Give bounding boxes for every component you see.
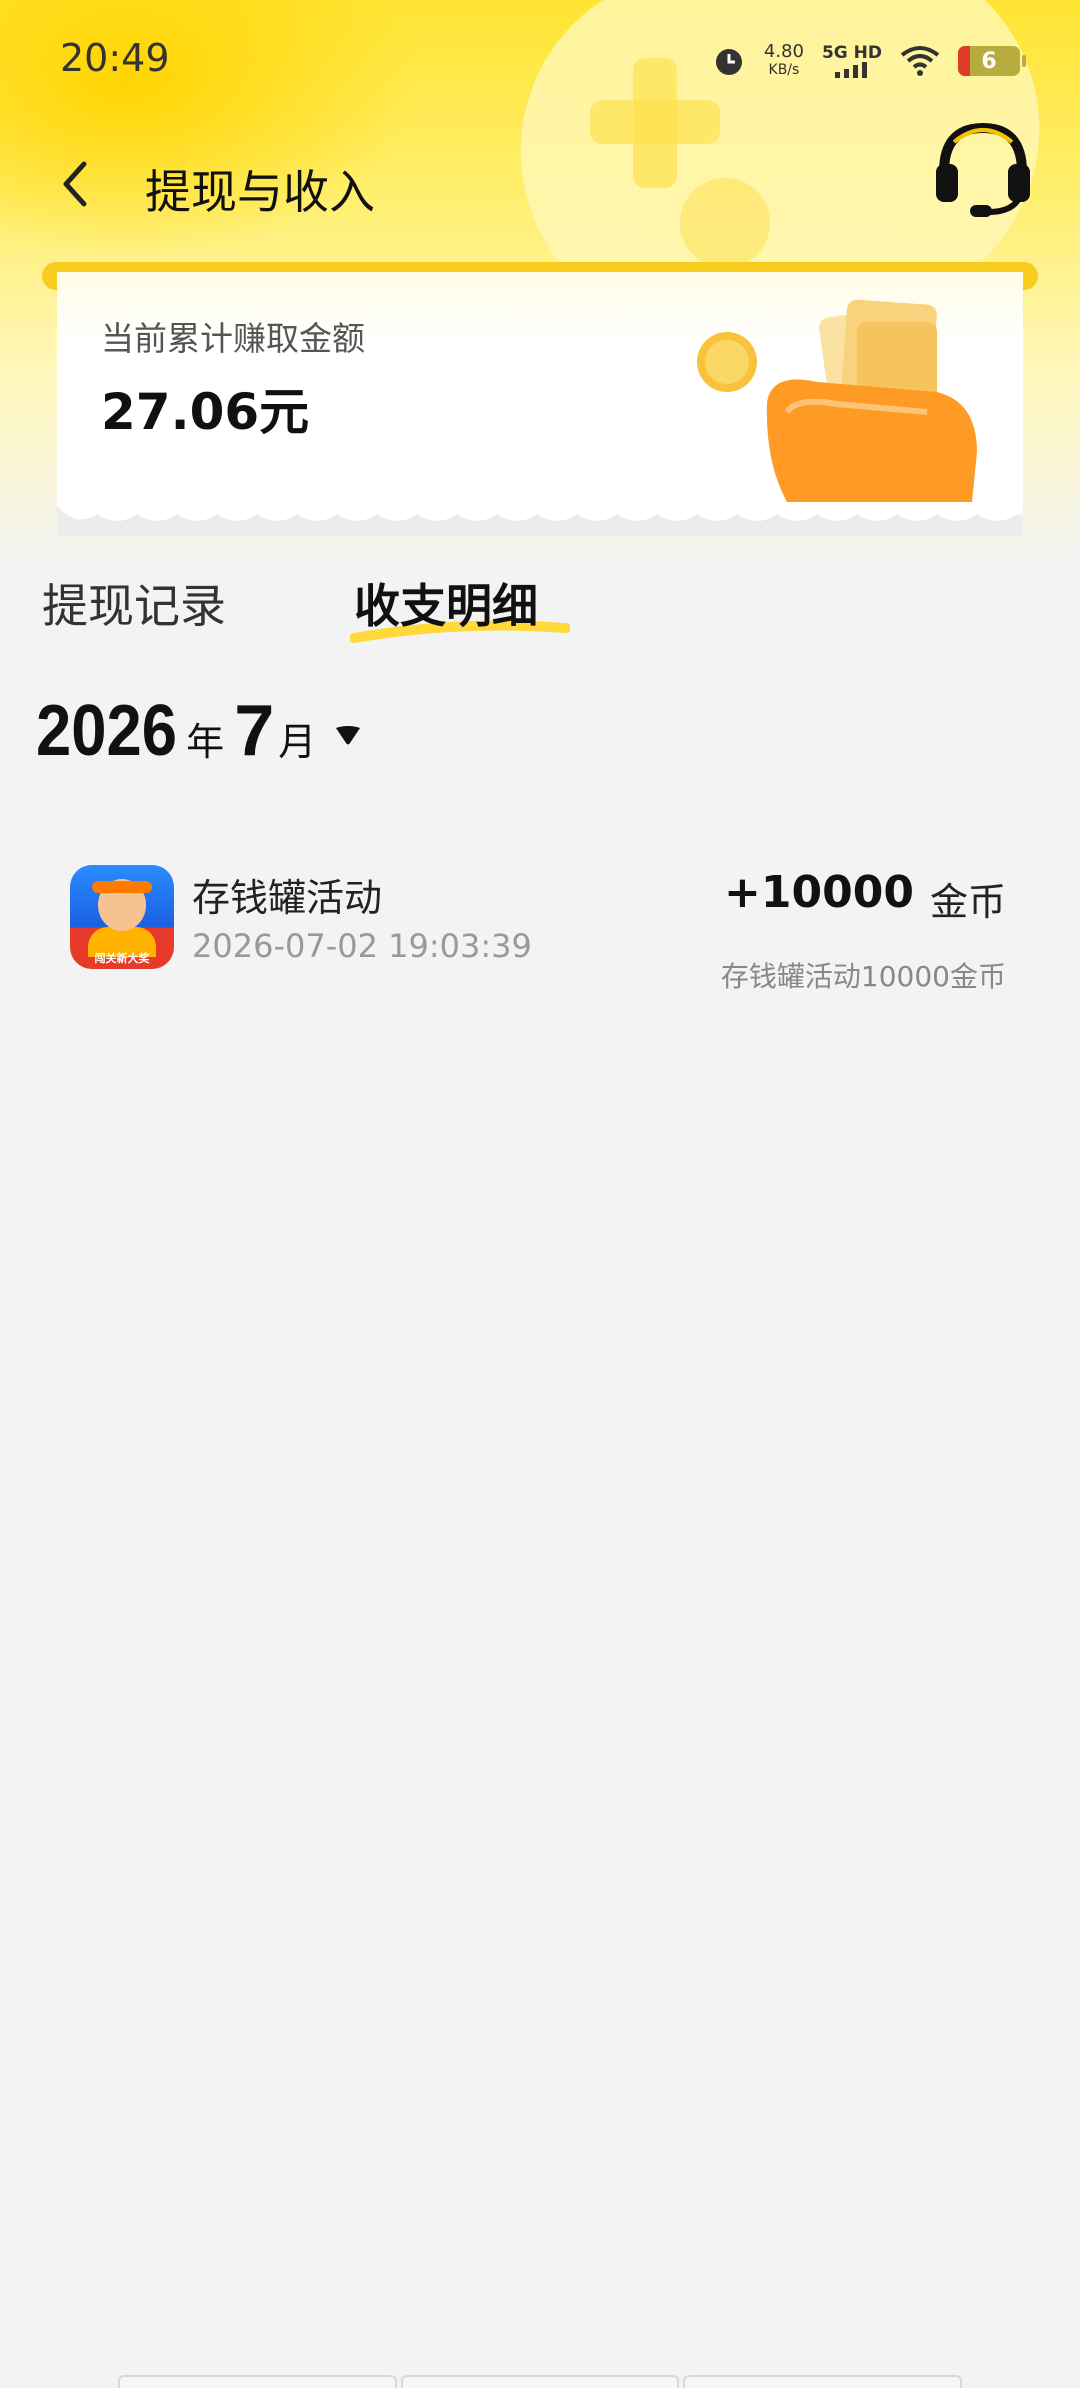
year-unit: 年 [186,720,225,764]
month-value: 7 [234,691,275,771]
cellular-signal: 5G HD [822,44,882,78]
bottom-gesture-bar [118,2375,963,2388]
back-arrow-icon[interactable] [52,138,102,228]
navigation-bar: 提现与收入 [0,120,1080,250]
list-item[interactable]: 闯关新大奖 存钱罐活动 2026-07-02 19:03:39 +10000 金… [0,845,1080,1005]
battery-indicator: 6 [958,46,1026,76]
status-bar: 20:49 4.80 KB/s 5G HD 6 [0,0,1080,120]
alarm-icon [715,49,742,75]
month-unit: 月 [278,720,317,764]
status-icons: 4.80 KB/s 5G HD 6 [712,36,1026,86]
app-game-icon: 闯关新大奖 [70,865,174,969]
month-selector[interactable]: 2026 年 7 月 [36,690,362,780]
page-title: 提现与收入 [145,165,375,219]
icon-badge-text: 闯关新大奖 [94,952,150,965]
headset-icon[interactable] [930,112,1036,218]
network-speed: 4.80 KB/s [763,41,804,79]
record-amount: +10000 [724,867,914,918]
record-title: 存钱罐活动 [192,876,383,920]
year-value: 2026 [36,691,177,771]
record-description: 存钱罐活动10000金币 [720,960,1006,993]
card-wave-edge [57,506,1023,536]
wallet-money-icon [697,299,977,502]
record-time: 2026-07-02 19:03:39 [192,927,532,965]
tab-withdraw-records[interactable]: 提现记录 [42,570,226,636]
tab-income-details[interactable]: 收支明细 [354,570,538,636]
tab-bar: 提现记录 收支明细 [0,560,1080,670]
earnings-label: 当前累计赚取金额 [101,319,365,358]
signal-bars-icon [834,62,867,78]
wifi-icon [900,46,940,76]
dropdown-triangle-icon[interactable] [334,724,362,746]
earnings-amount: 27.06元 [101,383,310,441]
earnings-card: 当前累计赚取金额 27.06元 [57,272,1023,536]
record-unit: 金币 [929,880,1006,924]
status-time: 20:49 [60,36,170,80]
